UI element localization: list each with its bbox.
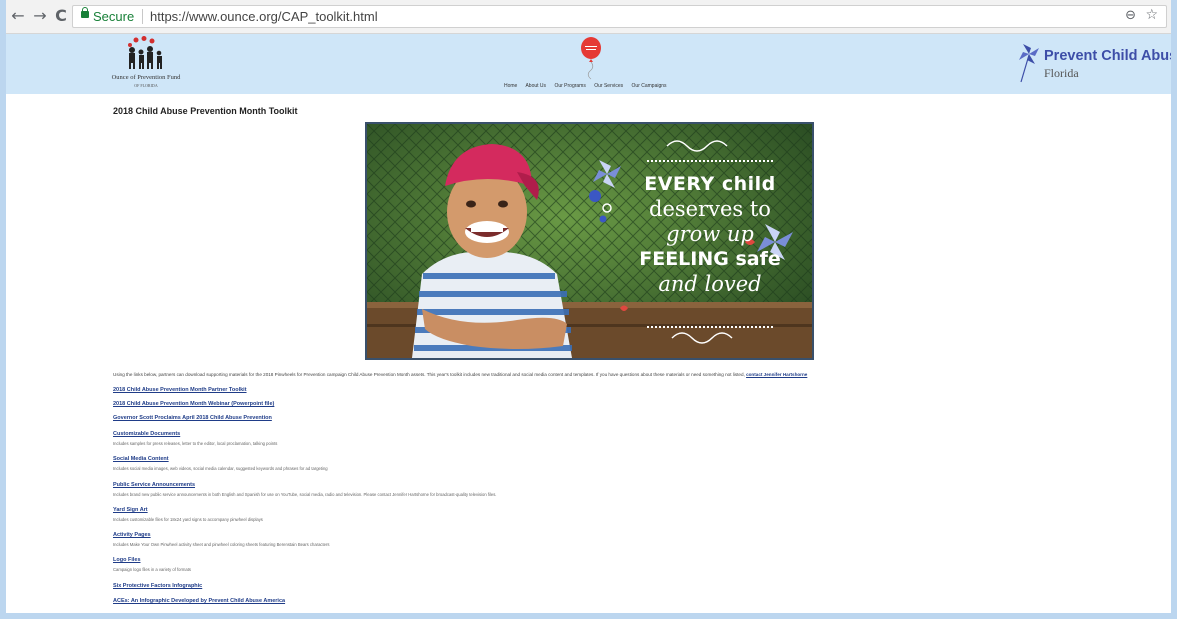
screenshot-border [0,0,1177,619]
